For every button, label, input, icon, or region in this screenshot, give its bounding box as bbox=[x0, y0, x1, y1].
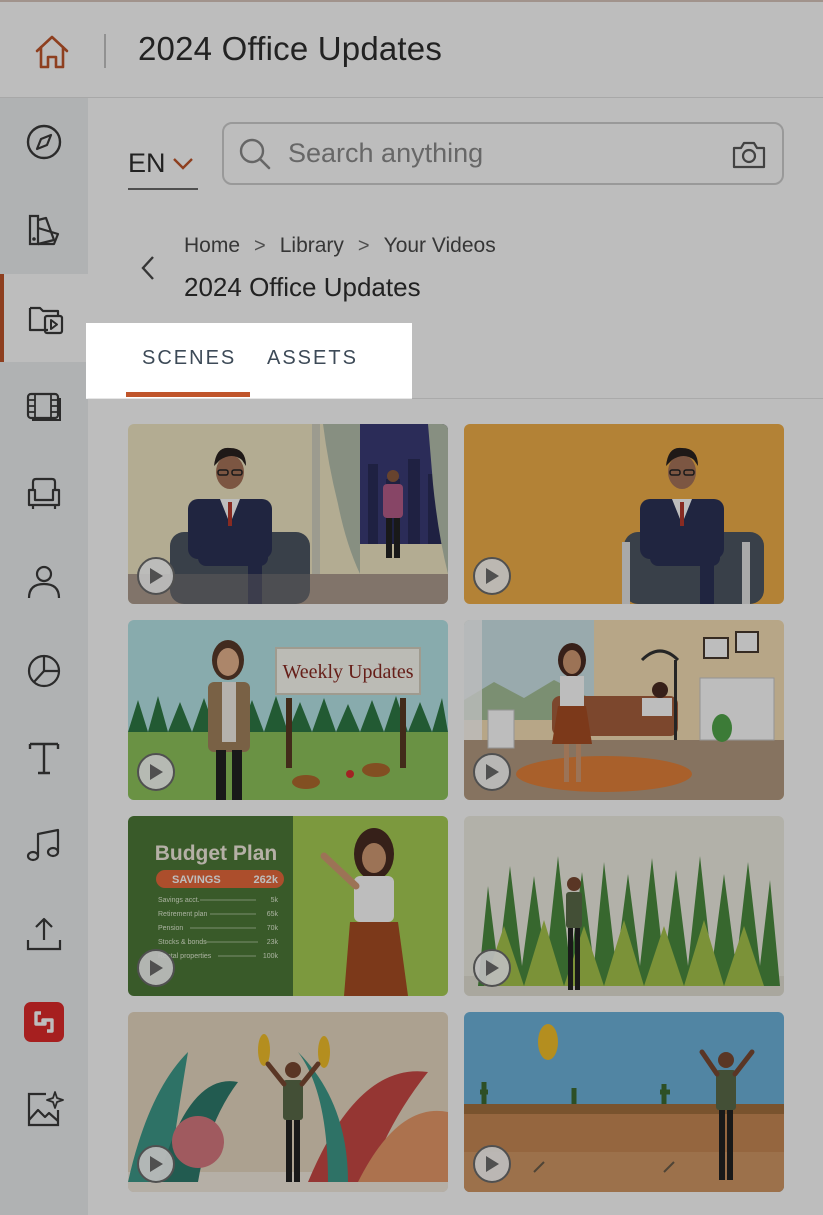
sidebar-item-library[interactable] bbox=[0, 274, 88, 362]
main-content: EN Home > Library > Your Videos 2024 Off… bbox=[86, 98, 823, 1215]
compass-icon bbox=[26, 124, 62, 160]
scene-thumbnail[interactable] bbox=[464, 620, 784, 800]
video-folder-icon bbox=[28, 306, 64, 335]
camera-icon bbox=[732, 141, 766, 169]
play-icon bbox=[150, 1156, 163, 1172]
tabs-divider bbox=[88, 398, 823, 399]
play-icon bbox=[150, 960, 163, 976]
scene-preview-image bbox=[464, 1012, 784, 1192]
home-button[interactable] bbox=[30, 30, 74, 74]
header-divider bbox=[104, 34, 106, 68]
sidebar-item-upload[interactable] bbox=[0, 890, 88, 978]
sidebar-item-props[interactable] bbox=[0, 450, 88, 538]
scene-thumbnail[interactable]: Budget Plan SAVINGS 262k Savings acct. 5k… bbox=[128, 816, 448, 996]
active-tab-indicator bbox=[126, 392, 250, 397]
home-icon bbox=[35, 35, 69, 69]
scene-preview-image: Budget Plan SAVINGS 262k Savings acct. 5k… bbox=[128, 816, 448, 996]
breadcrumb-home[interactable]: Home bbox=[184, 234, 240, 258]
text-icon bbox=[28, 742, 60, 775]
play-icon bbox=[486, 764, 499, 780]
play-icon bbox=[150, 764, 163, 780]
play-icon bbox=[150, 568, 163, 584]
top-bar: 2024 Office Updates bbox=[0, 0, 823, 98]
play-button[interactable] bbox=[137, 753, 175, 791]
back-button[interactable] bbox=[136, 250, 160, 286]
play-button[interactable] bbox=[473, 949, 511, 987]
budget-row-label: Retirement plan bbox=[158, 911, 208, 918]
search-icon bbox=[239, 138, 271, 169]
play-button[interactable] bbox=[137, 1145, 175, 1183]
sidebar-item-ai-image[interactable] bbox=[0, 1066, 88, 1154]
pie-chart-icon bbox=[27, 654, 61, 688]
budget-row-label: Pension bbox=[158, 925, 183, 932]
budget-row-label: Savings acct. bbox=[158, 897, 200, 904]
scene-preview-image: Weekly Updates bbox=[128, 620, 448, 800]
weekly-updates-sign: Weekly Updates bbox=[282, 661, 413, 683]
budget-row-value: 23k bbox=[267, 939, 279, 946]
savings-value: 262k bbox=[254, 874, 279, 886]
scene-preview-image bbox=[464, 816, 784, 996]
play-button[interactable] bbox=[473, 557, 511, 595]
sidebar-item-brand[interactable] bbox=[0, 186, 88, 274]
breadcrumb-your-videos[interactable]: Your Videos bbox=[384, 234, 496, 258]
play-icon bbox=[486, 1156, 499, 1172]
budget-row-label: Stocks & bonds bbox=[158, 939, 207, 946]
language-code: EN bbox=[128, 147, 166, 178]
breadcrumb: Home > Library > Your Videos bbox=[184, 234, 496, 258]
person-icon bbox=[27, 565, 61, 599]
app-logo-icon bbox=[24, 1002, 64, 1042]
sidebar-item-audio[interactable] bbox=[0, 802, 88, 890]
image-search-button[interactable] bbox=[730, 136, 768, 174]
budget-row-value: 5k bbox=[271, 897, 279, 904]
budget-row-value: 100k bbox=[263, 953, 279, 960]
sidebar-item-scenes[interactable] bbox=[0, 362, 88, 450]
scene-thumbnail[interactable] bbox=[464, 816, 784, 996]
play-button[interactable] bbox=[473, 1145, 511, 1183]
tab-scenes[interactable]: SCENES bbox=[142, 347, 236, 370]
play-icon bbox=[486, 568, 499, 584]
armchair-icon bbox=[27, 477, 61, 509]
chevron-left-icon bbox=[141, 256, 154, 280]
scene-preview-image bbox=[464, 620, 784, 800]
sidebar-item-text[interactable] bbox=[0, 714, 88, 802]
budget-row-value: 70k bbox=[267, 925, 279, 932]
page-title: 2024 Office Updates bbox=[184, 272, 421, 302]
scene-thumbnail[interactable] bbox=[128, 424, 448, 604]
sidebar-item-explore[interactable] bbox=[0, 98, 88, 186]
savings-label: SAVINGS bbox=[172, 874, 221, 886]
scene-preview-image bbox=[128, 1012, 448, 1192]
play-button[interactable] bbox=[137, 557, 175, 595]
scene-thumbnail[interactable]: Weekly Updates bbox=[128, 620, 448, 800]
scene-preview-image bbox=[128, 424, 448, 604]
film-icon bbox=[26, 392, 61, 421]
scene-thumbnail[interactable] bbox=[464, 1012, 784, 1192]
play-button[interactable] bbox=[473, 753, 511, 791]
palette-icon bbox=[28, 214, 60, 246]
project-title: 2024 Office Updates bbox=[138, 30, 443, 67]
breadcrumb-library[interactable]: Library bbox=[280, 234, 344, 258]
sidebar-item-charts[interactable] bbox=[0, 626, 88, 714]
chevron-down-icon bbox=[172, 158, 193, 170]
ai-image-icon bbox=[27, 1091, 64, 1127]
sidebar-item-integration[interactable] bbox=[0, 978, 88, 1066]
tab-assets[interactable]: ASSETS bbox=[267, 347, 358, 370]
budget-plan-title: Budget Plan bbox=[155, 842, 278, 865]
sidebar-item-characters[interactable] bbox=[0, 538, 88, 626]
play-button[interactable] bbox=[137, 949, 175, 987]
scene-thumbnail[interactable] bbox=[128, 1012, 448, 1192]
scene-thumbnail[interactable] bbox=[464, 424, 784, 604]
music-icon bbox=[26, 828, 60, 862]
breadcrumb-separator: > bbox=[254, 234, 266, 257]
language-selector[interactable]: EN bbox=[128, 138, 198, 190]
search-input[interactable] bbox=[288, 138, 708, 169]
budget-row-value: 65k bbox=[267, 911, 279, 918]
sidebar bbox=[0, 98, 88, 1215]
upload-icon bbox=[26, 917, 62, 951]
search-bar bbox=[222, 122, 784, 185]
play-icon bbox=[486, 960, 499, 976]
tab-bar: SCENES ASSETS bbox=[86, 323, 412, 398]
breadcrumb-separator: > bbox=[357, 234, 370, 257]
scene-preview-image bbox=[464, 424, 784, 604]
